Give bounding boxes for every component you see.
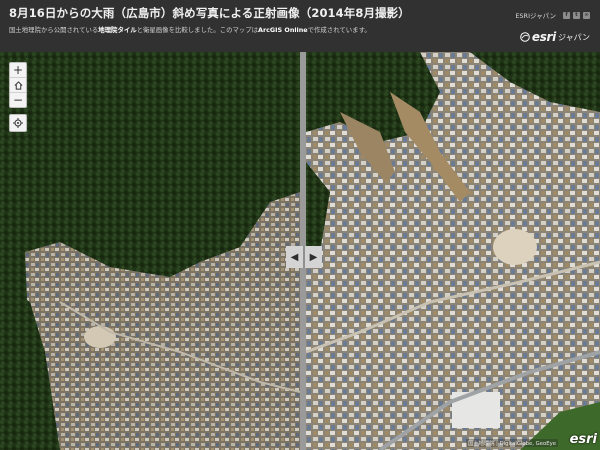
swipe-map[interactable]: + − ◀ ▶ 国土地理院 | DigitalGlobe, GeoEye esr… <box>0 52 600 450</box>
share-bar: ESRIジャパン f t ∞ <box>515 10 590 20</box>
swipe-right-arrow-icon[interactable]: ▶ <box>305 246 322 268</box>
locate-button[interactable] <box>9 114 27 132</box>
twitter-icon[interactable]: t <box>573 11 580 19</box>
facebook-icon[interactable]: f <box>563 11 570 19</box>
locate-icon <box>13 118 23 128</box>
swipe-handle[interactable]: ◀ ▶ <box>286 246 322 268</box>
link-icon[interactable]: ∞ <box>583 11 590 19</box>
home-button[interactable] <box>10 78 26 93</box>
globe-icon <box>520 32 530 42</box>
esri-watermark: esri <box>569 432 597 447</box>
brand-subtext: ジャパン <box>558 32 590 42</box>
tile-source-link[interactable]: 地理院タイル <box>98 26 136 34</box>
zoom-control: + − <box>9 62 27 108</box>
brand-text: esri <box>531 30 556 44</box>
subtitle-pre: 国土地理院から公開されている <box>9 26 99 34</box>
map-attribution[interactable]: 国土地理院 | DigitalGlobe, GeoEye <box>466 439 558 447</box>
brand-logo[interactable]: esri ジャパン <box>520 30 590 44</box>
app-header: 8月16日からの大雨（広島市）斜め写真による正射画像（2014年8月撮影） 国土… <box>0 0 600 52</box>
org-link[interactable]: ESRIジャパン <box>515 10 556 20</box>
page-subtitle: 国土地理院から公開されている地理院タイルと衛星画像を比較しました。このマップはA… <box>9 25 371 34</box>
subtitle-post: で作成されています。 <box>307 26 371 34</box>
home-icon <box>14 80 22 90</box>
page-title: 8月16日からの大雨（広島市）斜め写真による正射画像（2014年8月撮影） <box>9 6 410 20</box>
zoom-out-button[interactable]: − <box>10 93 26 107</box>
zoom-in-button[interactable]: + <box>10 63 26 78</box>
product-name: ArcGIS Online <box>258 26 308 34</box>
subtitle-mid: と衛星画像を比較しました。このマップは <box>136 26 259 34</box>
swipe-left-arrow-icon[interactable]: ◀ <box>286 246 305 268</box>
